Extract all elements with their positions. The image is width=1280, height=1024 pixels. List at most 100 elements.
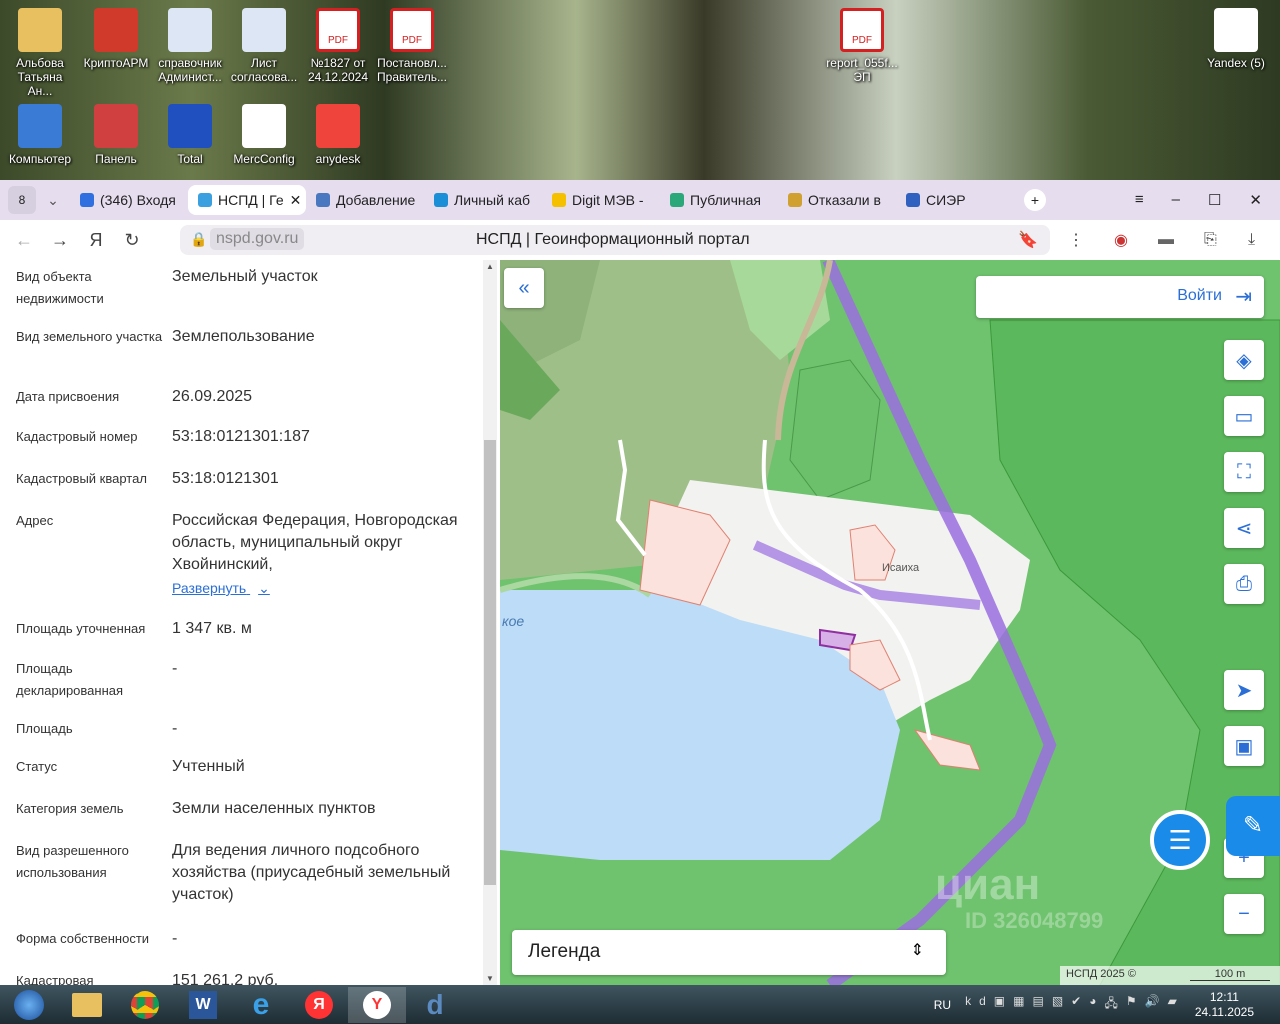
detail-row: Адрес Российская Федерация, Новгородская …	[16, 510, 476, 576]
desktop-icon[interactable]: PDF Постановл... Правитель...	[376, 8, 448, 84]
system-tray[interactable]: k d ▣ ▦ ▤ ▧ ✔ ◕ 🖧 ⚑ 🔊 ▰	[965, 994, 1177, 1015]
detail-row: Категория земель Земли населенных пунктов	[16, 798, 476, 820]
desktop-icon-label: Постановл... Правитель...	[377, 56, 447, 84]
browser-tab[interactable]: Digit МЭВ -	[542, 185, 660, 215]
extension-icon[interactable]: ◉	[1114, 230, 1128, 250]
layers-button[interactable]: ◈	[1224, 340, 1264, 380]
desktop-icon[interactable]: Компьютер	[4, 104, 76, 166]
lock-icon: 🔒	[190, 231, 208, 247]
detail-value: Земельный участок	[172, 268, 318, 285]
watermark-id: ID 326048799	[965, 908, 1104, 933]
scrollbar[interactable]: ▲ ▼	[483, 260, 497, 985]
desktop-icon[interactable]: справочник Админист...	[154, 8, 226, 84]
desktop-app-icon	[94, 104, 138, 148]
browser-tab[interactable]: Личный каб	[424, 185, 542, 215]
chrome-icon[interactable]	[116, 987, 174, 1023]
browser-tab[interactable]: Публичная	[660, 185, 778, 215]
start-button[interactable]	[0, 987, 58, 1023]
tray-flag-icon: ⚑	[1125, 994, 1137, 1008]
yandex-icon[interactable]: Я	[78, 230, 114, 251]
detail-label: Кадастровый квартал	[16, 471, 147, 486]
bookmark-icon[interactable]: 🔖	[1018, 230, 1038, 250]
extension-shield-icon[interactable]: ▬	[1158, 231, 1174, 249]
tab-title: (346) Входя	[100, 192, 176, 208]
detail-row: Вид объекта недвижимости Земельный участо…	[16, 266, 476, 310]
browser-tab[interactable]: Отказали в	[778, 185, 896, 215]
browser-tab[interactable]: (346) Входя	[70, 185, 188, 215]
minimap-button[interactable]: ▣	[1224, 726, 1264, 766]
legend-dropdown[interactable]: Легенда ⇕	[512, 930, 946, 975]
tray-d-icon: d	[979, 994, 986, 1008]
detail-row: Площадь -	[16, 718, 476, 740]
geolocation-button[interactable]: ➤	[1224, 670, 1264, 710]
browser-tab[interactable]: СИЭР	[896, 185, 1014, 215]
desktop-icon-label: Лист согласова...	[230, 56, 298, 84]
scale-bar: 100 m	[1190, 968, 1270, 981]
desktop-icon[interactable]: PDF report_055f... ЭП	[826, 8, 898, 84]
menu-icon[interactable]: ≡	[1135, 191, 1144, 209]
desktop-icon[interactable]: КриптоАРМ	[80, 8, 152, 70]
desktop-icon[interactable]: Альбова Татьяна Ан...	[4, 8, 76, 98]
desktop-icon[interactable]: Панель	[80, 104, 152, 166]
address-field[interactable]: 🔒 nspd.gov.ru НСПД | Геоинформационный п…	[180, 225, 1050, 255]
detail-value: 53:18:0121301	[172, 470, 279, 487]
desktop-app-icon: PDF	[316, 8, 360, 52]
desktop-app-icon	[18, 8, 62, 52]
share-button[interactable]: ⋖	[1224, 508, 1264, 548]
login-button[interactable]: Войти	[1177, 287, 1222, 305]
explorer-icon[interactable]	[58, 987, 116, 1023]
detail-row: Вид разрешенного использования Для ведени…	[16, 840, 476, 906]
app-d-icon[interactable]: d	[406, 987, 464, 1023]
more-icon[interactable]: ⋮	[1068, 230, 1084, 250]
detail-value: Землепользование	[172, 328, 315, 345]
desktop-icon[interactable]: Yandex (5)	[1200, 8, 1272, 70]
detail-label: Форма собственности	[16, 931, 150, 946]
tray-security-icon: ✔	[1071, 994, 1082, 1008]
login-icon[interactable]: ⇥	[1235, 284, 1252, 309]
desktop-icon[interactable]: PDF №1827 от 24.12.2024	[302, 8, 374, 84]
minimize-icon[interactable]: –	[1172, 191, 1180, 209]
desktop-icon[interactable]: Лист согласова...	[228, 8, 300, 84]
desktop-icon[interactable]: anydesk	[302, 104, 374, 166]
close-tab-icon[interactable]: ✕	[290, 192, 302, 209]
download-icon[interactable]: ⤓	[1248, 231, 1255, 249]
desktop-icon-label: Компьютер	[8, 152, 72, 166]
map-canvas	[500, 260, 1280, 985]
print-button[interactable]: ⎙	[1224, 564, 1264, 604]
detail-value: -	[172, 930, 178, 947]
clock[interactable]: 12:11 24.11.2025	[1195, 990, 1254, 1020]
desktop-icon[interactable]: Total	[154, 104, 226, 166]
word-icon[interactable]: W	[174, 987, 232, 1023]
collections-icon[interactable]: ⎘	[1204, 231, 1217, 249]
collapse-panel-button[interactable]: «	[504, 268, 544, 308]
tab-count[interactable]: 8	[8, 186, 36, 214]
address-bar-row: ← → Я ↻ 🔒 nspd.gov.ru НСПД | Геоинформац…	[0, 220, 1280, 260]
reload-icon[interactable]: ↻	[114, 230, 150, 251]
feedback-icon[interactable]: ✎	[1226, 796, 1280, 856]
desktop-icon[interactable]: MercConfig	[228, 104, 300, 166]
taskbar: W e Я Y d RU k d ▣ ▦ ▤ ▧ ✔ ◕ 🖧 ⚑ 🔊 ▰ 12:11 24.11.202…	[0, 985, 1280, 1024]
browser-tab[interactable]: Добавление	[306, 185, 424, 215]
expand-address-link[interactable]: Развернуть ⌄	[172, 580, 270, 597]
browser-tab[interactable]: НСПД | Ге ✕	[188, 185, 306, 215]
ie-icon[interactable]: e	[232, 987, 290, 1023]
chat-button[interactable]: ☰	[1150, 810, 1210, 870]
maximize-icon[interactable]: ☐	[1208, 191, 1221, 209]
language-indicator[interactable]: RU	[934, 998, 951, 1012]
tabs-dropdown-icon[interactable]: ⌄	[36, 192, 70, 209]
ruler-button[interactable]: ▭	[1224, 396, 1264, 436]
area-select-button[interactable]: ⛶	[1224, 452, 1264, 492]
zoom-out-button[interactable]: −	[1224, 894, 1264, 934]
yandex-browser-icon[interactable]: Y	[348, 986, 406, 1023]
map-attribution: НСПД 2025 © 100 m	[1060, 966, 1280, 985]
desktop-icon-label: MercConfig	[233, 152, 295, 166]
back-icon[interactable]: ←	[6, 230, 42, 251]
new-tab-button[interactable]: +	[1024, 189, 1046, 211]
detail-value: 1 347 кв. м	[172, 620, 252, 637]
yandex-app-icon[interactable]: Я	[290, 987, 348, 1023]
url-domain: nspd.gov.ru	[210, 228, 305, 250]
detail-label: Площадь декларированная	[16, 661, 124, 698]
forward-icon[interactable]: →	[42, 230, 78, 251]
close-window-icon[interactable]: ✕	[1249, 191, 1262, 209]
map-view[interactable]: Исаиха кое циан ID 326048799 « Войти ⇥ ◈…	[500, 260, 1280, 985]
